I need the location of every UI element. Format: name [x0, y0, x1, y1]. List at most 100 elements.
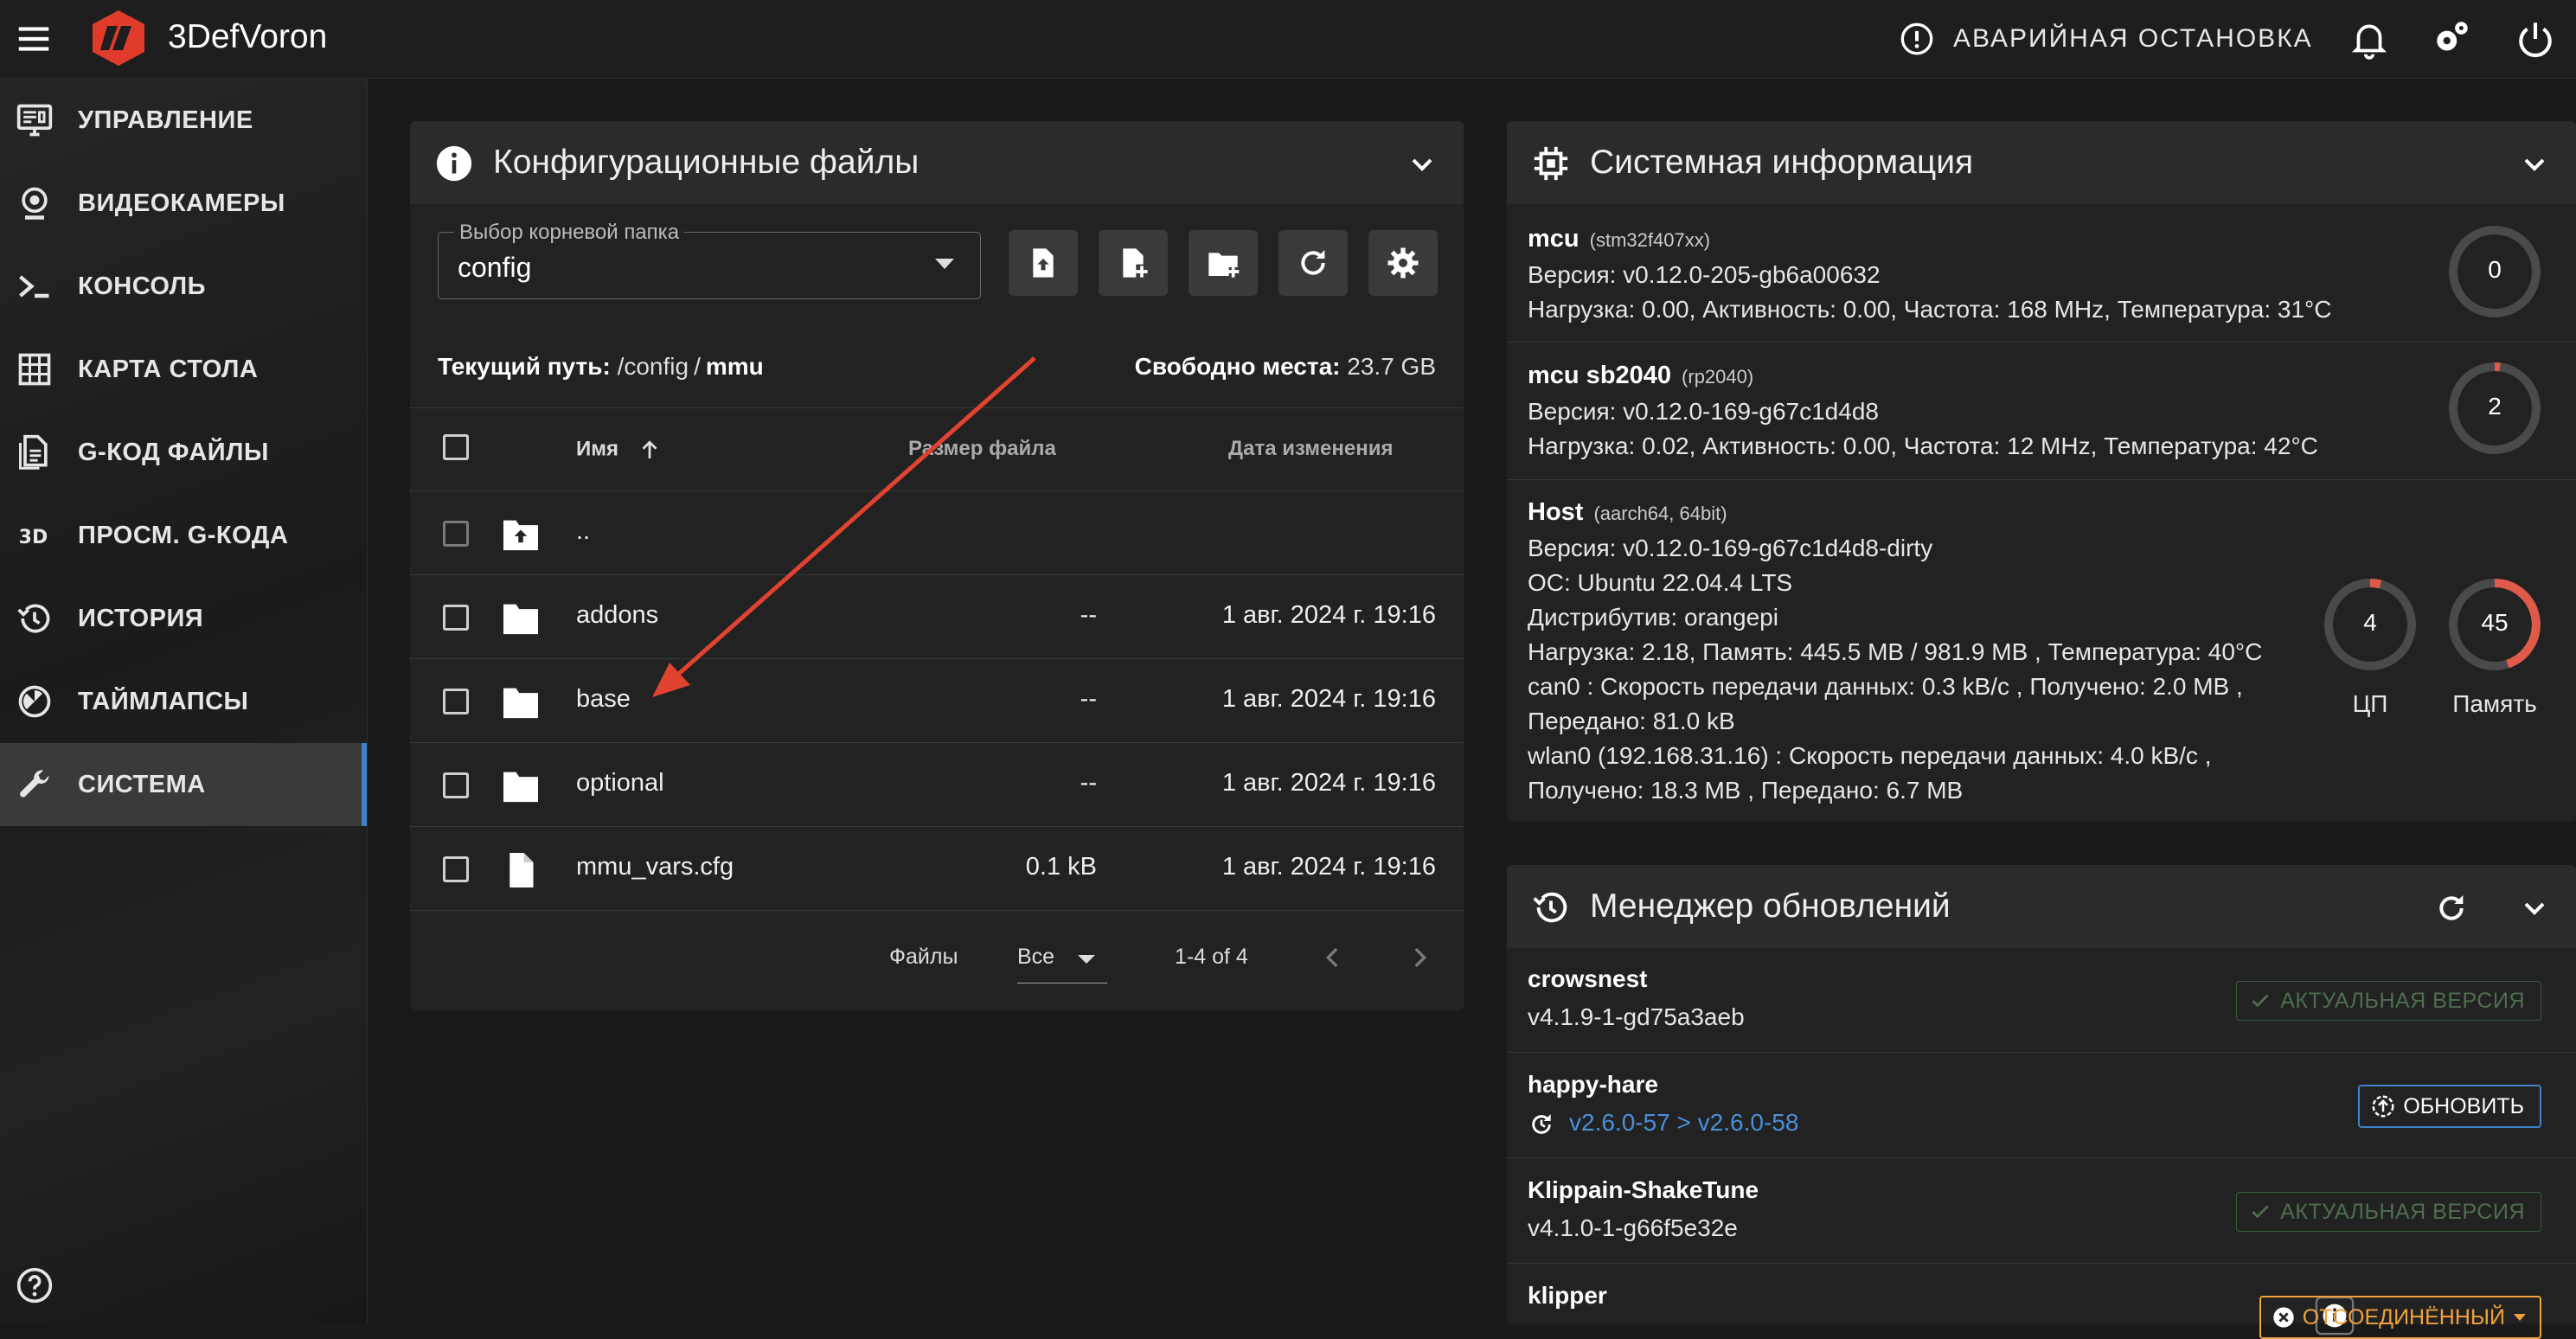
dropdown-arrow-icon — [1078, 955, 1095, 964]
free-space-label: Свободно места: — [1134, 353, 1341, 380]
mcu-chip: (stm32f407xx) — [1589, 229, 1711, 251]
column-name-label: Имя — [576, 437, 619, 461]
sidebar-item-dashboard[interactable]: УПРАВЛЕНИЕ — [0, 79, 367, 162]
file-upload-icon — [1033, 248, 1054, 278]
chevron-down-icon[interactable] — [1405, 147, 1439, 182]
chevron-down-icon[interactable] — [2517, 147, 2552, 182]
folder-plus-icon — [1208, 253, 1240, 278]
sidebar-item-webcams[interactable]: ВИДЕОКАМЕРЫ — [0, 162, 367, 245]
dropdown-arrow-icon — [935, 259, 954, 269]
row-checkbox[interactable] — [443, 772, 469, 798]
free-space: Свободно места: 23.7 GB — [1135, 353, 1436, 381]
sidebar-item-gcode-files[interactable]: G-КОД ФАЙЛЫ — [0, 411, 367, 494]
cogs-icon[interactable] — [2431, 17, 2474, 61]
update-item-version[interactable]: v2.6.0-57 > v2.6.0-58 — [1569, 1109, 1798, 1137]
host-wlan0-received: Получено: 18.3 MB , Передано: 6.7 MB — [1528, 777, 1964, 804]
column-header-date[interactable]: Дата изменения — [1228, 437, 1394, 461]
badge-label: АКТУАЛЬНАЯ ВЕРСИЯ — [2280, 1199, 2525, 1224]
sidebar-item-system[interactable]: СИСТЕМА — [0, 743, 367, 826]
sidebar-item-gcode-viewer[interactable]: 3D ПРОСМ. G-КОДА — [0, 494, 367, 577]
bell-icon[interactable] — [2348, 17, 2391, 61]
sidebar-item-timelapse[interactable]: ТАЙМЛАПСЫ — [0, 660, 367, 743]
system-info-header: Системная информация — [1507, 121, 2576, 204]
console-icon — [19, 275, 49, 298]
row-checkbox[interactable] — [443, 605, 469, 631]
check-icon — [2252, 994, 2269, 1008]
row-checkbox[interactable] — [443, 689, 469, 714]
help-icon[interactable] — [16, 1266, 54, 1304]
table-row[interactable]: mmu_vars.cfg 0.1 kB 1 авг. 2024 г. 19:16 — [410, 827, 1464, 910]
emergency-stop-label: АВАРИЙНАЯ ОСТАНОВКА — [1953, 24, 2313, 53]
row-checkbox[interactable] — [443, 521, 469, 547]
sidebar-item-label: ИСТОРИЯ — [78, 604, 204, 632]
sidebar-item-history[interactable]: ИСТОРИЯ — [0, 577, 367, 660]
system-info-title: Системная информация — [1590, 144, 1974, 181]
host-distro: Дистрибутив: orangepi — [1528, 604, 1778, 631]
mcu-sb2040-info: mcu sb2040 (rp2040) Версия: v0.12.0-169-g… — [1528, 358, 2318, 464]
menu-icon[interactable] — [14, 19, 54, 59]
refresh-icon[interactable] — [2434, 891, 2469, 926]
sidebar-item-console[interactable]: КОНСОЛЬ — [0, 245, 367, 328]
files-per-page-label: Файлы — [889, 945, 958, 969]
root-folder-select[interactable]: Выбор корневой папка config — [438, 221, 981, 299]
file-date: 1 авг. 2024 г. 19:16 — [1221, 853, 1436, 881]
sidebar-item-heightmap[interactable]: КАРТА СТОЛА — [0, 328, 367, 411]
update-item-version: v4.1.0-1-g66f5e32e — [1528, 1214, 1738, 1241]
refresh-button[interactable] — [1278, 230, 1348, 296]
system-info-panel: Системная информация mcu (stm32f407xx) Ве… — [1507, 121, 2576, 822]
update-item-name: Klippain-ShakeTune — [1528, 1176, 1759, 1203]
chevron-down-icon[interactable] — [2517, 891, 2552, 926]
mcu-load-gauge: 0 — [2446, 223, 2543, 320]
update-manager-header: Менеджер обновлений — [1507, 865, 2576, 948]
information-icon — [436, 145, 472, 182]
sidebar-item-label: G-КОД ФАЙЛЫ — [78, 438, 269, 466]
config-files-header: Конфигурационные файлы — [410, 121, 1464, 204]
refresh-icon — [1301, 250, 1325, 275]
emergency-stop-button[interactable]: АВАРИЙНАЯ ОСТАНОВКА — [1900, 19, 2313, 59]
printer-name: 3DefVoron — [168, 18, 328, 55]
create-folder-button[interactable] — [1189, 230, 1258, 296]
mcu-chip: (rp2040) — [1682, 366, 1754, 388]
host-load: Нагрузка: 2.18, Память: 445.5 MB / 981.9… — [1528, 638, 2263, 665]
dropdown-arrow-icon — [2514, 1314, 2526, 1321]
chevron-right-icon[interactable] — [1405, 943, 1434, 972]
mcu-info: mcu (stm32f407xx) Версия: v0.12.0-205-gb6… — [1528, 221, 2331, 327]
memory-gauge-value: 45 — [2481, 609, 2509, 636]
mcu-gauge-value: 0 — [2488, 256, 2502, 283]
file-name: mmu_vars.cfg — [576, 853, 734, 881]
sidebar-item-label: ПРОСМ. G-КОДА — [78, 521, 289, 549]
config-files-title: Конфигурационные файлы — [493, 144, 920, 181]
sidebar-item-label: КАРТА СТОЛА — [78, 355, 259, 383]
table-row[interactable]: optional -- 1 авг. 2024 г. 19:16 — [410, 743, 1464, 826]
chevron-left-icon[interactable] — [1318, 943, 1348, 972]
update-item-name: klipper — [1528, 1282, 1607, 1309]
detached-status-button[interactable]: ОТСОЕДИНЁННЫЙ — [2259, 1296, 2541, 1339]
file-size: -- — [1080, 685, 1097, 713]
update-manager-panel: Менеджер обновлений crowsnest v4.1.9-1-g… — [1507, 865, 2576, 1339]
file-size: -- — [1080, 769, 1097, 797]
update-button[interactable]: ОБНОВИТЬ — [2358, 1085, 2541, 1128]
monitor-dashboard-icon — [16, 104, 53, 137]
chip-icon — [1534, 146, 1568, 181]
up-to-date-badge: АКТУАЛЬНАЯ ВЕРСИЯ — [2236, 981, 2541, 1021]
current-path-label: Текущий путь: — [438, 353, 611, 380]
file-plus-icon — [1123, 248, 1148, 278]
select-all-checkbox[interactable] — [443, 434, 469, 460]
memory-gauge: 45 — [2446, 576, 2543, 673]
row-checkbox[interactable] — [443, 856, 469, 882]
sidebar-item-label: ТАЙМЛАПСЫ — [78, 687, 249, 715]
per-page-select[interactable]: Все — [1017, 945, 1107, 983]
mcu-name: mcu — [1528, 225, 1580, 253]
gear-icon — [1387, 247, 1419, 279]
per-page-value: Все — [1017, 945, 1055, 969]
upload-file-button[interactable] — [1009, 230, 1078, 296]
create-file-button[interactable] — [1099, 230, 1168, 296]
history-icon — [17, 604, 50, 633]
sidebar-item-label: СИСТЕМА — [78, 770, 206, 798]
webcam-icon — [22, 187, 48, 220]
power-icon[interactable] — [2514, 17, 2557, 61]
alert-circle-icon — [1900, 22, 1933, 55]
settings-button[interactable] — [1368, 230, 1438, 296]
3d-icon: 3D — [19, 527, 48, 548]
mcu-name: mcu sb2040 — [1528, 362, 1672, 389]
